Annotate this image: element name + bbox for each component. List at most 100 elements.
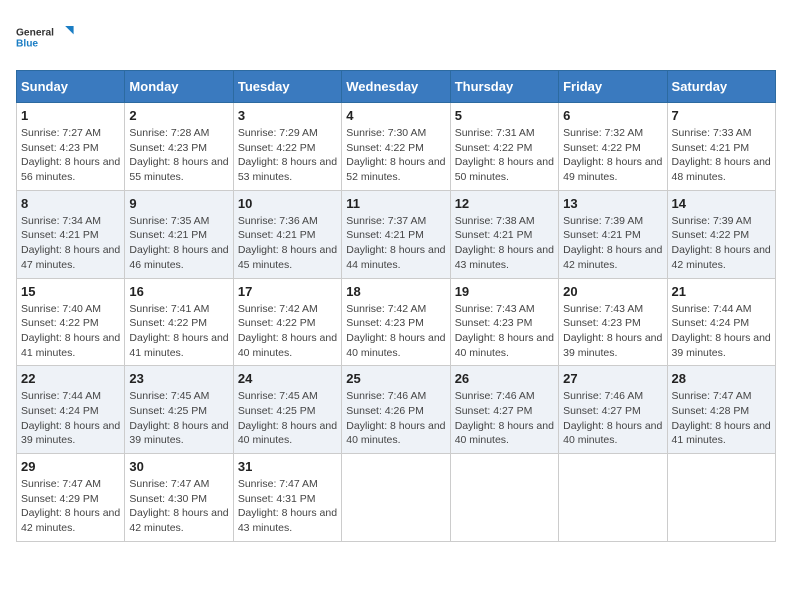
daylight-label: Daylight: 8 hours and 56 minutes. bbox=[21, 156, 120, 183]
calendar-cell bbox=[559, 454, 667, 542]
daylight-label: Daylight: 8 hours and 39 minutes. bbox=[672, 332, 771, 359]
calendar-week-row: 29 Sunrise: 7:47 AM Sunset: 4:29 PM Dayl… bbox=[17, 454, 776, 542]
sunset-label: Sunset: 4:22 PM bbox=[238, 317, 316, 329]
calendar-cell: 22 Sunrise: 7:44 AM Sunset: 4:24 PM Dayl… bbox=[17, 366, 125, 454]
calendar-cell: 27 Sunrise: 7:46 AM Sunset: 4:27 PM Dayl… bbox=[559, 366, 667, 454]
day-info: Sunrise: 7:47 AM Sunset: 4:29 PM Dayligh… bbox=[21, 477, 120, 536]
calendar-header-thursday: Thursday bbox=[450, 71, 558, 103]
calendar-week-row: 1 Sunrise: 7:27 AM Sunset: 4:23 PM Dayli… bbox=[17, 103, 776, 191]
calendar-cell: 31 Sunrise: 7:47 AM Sunset: 4:31 PM Dayl… bbox=[233, 454, 341, 542]
sunset-label: Sunset: 4:21 PM bbox=[455, 229, 533, 241]
day-number: 10 bbox=[238, 196, 337, 211]
sunset-label: Sunset: 4:24 PM bbox=[21, 405, 99, 417]
day-info: Sunrise: 7:44 AM Sunset: 4:24 PM Dayligh… bbox=[21, 389, 120, 448]
calendar-cell: 8 Sunrise: 7:34 AM Sunset: 4:21 PM Dayli… bbox=[17, 190, 125, 278]
day-info: Sunrise: 7:47 AM Sunset: 4:28 PM Dayligh… bbox=[672, 389, 771, 448]
daylight-label: Daylight: 8 hours and 50 minutes. bbox=[455, 156, 554, 183]
sunset-label: Sunset: 4:25 PM bbox=[129, 405, 207, 417]
svg-text:Blue: Blue bbox=[16, 38, 38, 49]
day-info: Sunrise: 7:45 AM Sunset: 4:25 PM Dayligh… bbox=[238, 389, 337, 448]
calendar-header-row: SundayMondayTuesdayWednesdayThursdayFrid… bbox=[17, 71, 776, 103]
calendar-header-wednesday: Wednesday bbox=[342, 71, 450, 103]
day-number: 26 bbox=[455, 371, 554, 386]
sunrise-label: Sunrise: 7:35 AM bbox=[129, 215, 209, 227]
day-info: Sunrise: 7:42 AM Sunset: 4:22 PM Dayligh… bbox=[238, 302, 337, 361]
sunrise-label: Sunrise: 7:46 AM bbox=[455, 390, 535, 402]
sunrise-label: Sunrise: 7:46 AM bbox=[346, 390, 426, 402]
sunset-label: Sunset: 4:30 PM bbox=[129, 493, 207, 505]
daylight-label: Daylight: 8 hours and 39 minutes. bbox=[21, 420, 120, 447]
day-info: Sunrise: 7:37 AM Sunset: 4:21 PM Dayligh… bbox=[346, 214, 445, 273]
day-number: 11 bbox=[346, 196, 445, 211]
day-info: Sunrise: 7:39 AM Sunset: 4:22 PM Dayligh… bbox=[672, 214, 771, 273]
calendar-cell: 2 Sunrise: 7:28 AM Sunset: 4:23 PM Dayli… bbox=[125, 103, 233, 191]
day-info: Sunrise: 7:43 AM Sunset: 4:23 PM Dayligh… bbox=[563, 302, 662, 361]
calendar-cell: 26 Sunrise: 7:46 AM Sunset: 4:27 PM Dayl… bbox=[450, 366, 558, 454]
svg-text:General: General bbox=[16, 28, 54, 39]
sunset-label: Sunset: 4:27 PM bbox=[563, 405, 641, 417]
daylight-label: Daylight: 8 hours and 39 minutes. bbox=[129, 420, 228, 447]
day-info: Sunrise: 7:28 AM Sunset: 4:23 PM Dayligh… bbox=[129, 126, 228, 185]
sunset-label: Sunset: 4:23 PM bbox=[563, 317, 641, 329]
calendar-cell: 28 Sunrise: 7:47 AM Sunset: 4:28 PM Dayl… bbox=[667, 366, 775, 454]
day-info: Sunrise: 7:30 AM Sunset: 4:22 PM Dayligh… bbox=[346, 126, 445, 185]
daylight-label: Daylight: 8 hours and 40 minutes. bbox=[238, 420, 337, 447]
daylight-label: Daylight: 8 hours and 43 minutes. bbox=[455, 244, 554, 271]
day-number: 21 bbox=[672, 284, 771, 299]
daylight-label: Daylight: 8 hours and 40 minutes. bbox=[563, 420, 662, 447]
calendar-header-friday: Friday bbox=[559, 71, 667, 103]
calendar-cell: 25 Sunrise: 7:46 AM Sunset: 4:26 PM Dayl… bbox=[342, 366, 450, 454]
calendar-cell: 30 Sunrise: 7:47 AM Sunset: 4:30 PM Dayl… bbox=[125, 454, 233, 542]
day-info: Sunrise: 7:34 AM Sunset: 4:21 PM Dayligh… bbox=[21, 214, 120, 273]
sunrise-label: Sunrise: 7:42 AM bbox=[346, 303, 426, 315]
day-number: 23 bbox=[129, 371, 228, 386]
daylight-label: Daylight: 8 hours and 41 minutes. bbox=[21, 332, 120, 359]
sunset-label: Sunset: 4:26 PM bbox=[346, 405, 424, 417]
day-number: 19 bbox=[455, 284, 554, 299]
day-number: 29 bbox=[21, 459, 120, 474]
calendar-cell: 12 Sunrise: 7:38 AM Sunset: 4:21 PM Dayl… bbox=[450, 190, 558, 278]
day-info: Sunrise: 7:29 AM Sunset: 4:22 PM Dayligh… bbox=[238, 126, 337, 185]
daylight-label: Daylight: 8 hours and 40 minutes. bbox=[346, 332, 445, 359]
day-info: Sunrise: 7:46 AM Sunset: 4:27 PM Dayligh… bbox=[455, 389, 554, 448]
day-number: 1 bbox=[21, 108, 120, 123]
calendar-week-row: 15 Sunrise: 7:40 AM Sunset: 4:22 PM Dayl… bbox=[17, 278, 776, 366]
sunrise-label: Sunrise: 7:42 AM bbox=[238, 303, 318, 315]
daylight-label: Daylight: 8 hours and 52 minutes. bbox=[346, 156, 445, 183]
sunrise-label: Sunrise: 7:37 AM bbox=[346, 215, 426, 227]
daylight-label: Daylight: 8 hours and 44 minutes. bbox=[346, 244, 445, 271]
day-info: Sunrise: 7:47 AM Sunset: 4:31 PM Dayligh… bbox=[238, 477, 337, 536]
calendar-cell: 11 Sunrise: 7:37 AM Sunset: 4:21 PM Dayl… bbox=[342, 190, 450, 278]
sunrise-label: Sunrise: 7:47 AM bbox=[238, 478, 318, 490]
daylight-label: Daylight: 8 hours and 40 minutes. bbox=[238, 332, 337, 359]
day-number: 16 bbox=[129, 284, 228, 299]
daylight-label: Daylight: 8 hours and 42 minutes. bbox=[129, 507, 228, 534]
day-info: Sunrise: 7:27 AM Sunset: 4:23 PM Dayligh… bbox=[21, 126, 120, 185]
sunrise-label: Sunrise: 7:46 AM bbox=[563, 390, 643, 402]
day-number: 4 bbox=[346, 108, 445, 123]
day-info: Sunrise: 7:36 AM Sunset: 4:21 PM Dayligh… bbox=[238, 214, 337, 273]
day-number: 12 bbox=[455, 196, 554, 211]
daylight-label: Daylight: 8 hours and 42 minutes. bbox=[21, 507, 120, 534]
sunset-label: Sunset: 4:23 PM bbox=[346, 317, 424, 329]
day-number: 5 bbox=[455, 108, 554, 123]
day-info: Sunrise: 7:32 AM Sunset: 4:22 PM Dayligh… bbox=[563, 126, 662, 185]
day-number: 25 bbox=[346, 371, 445, 386]
daylight-label: Daylight: 8 hours and 40 minutes. bbox=[455, 332, 554, 359]
sunrise-label: Sunrise: 7:40 AM bbox=[21, 303, 101, 315]
daylight-label: Daylight: 8 hours and 41 minutes. bbox=[129, 332, 228, 359]
sunrise-label: Sunrise: 7:43 AM bbox=[455, 303, 535, 315]
daylight-label: Daylight: 8 hours and 39 minutes. bbox=[563, 332, 662, 359]
day-number: 27 bbox=[563, 371, 662, 386]
daylight-label: Daylight: 8 hours and 48 minutes. bbox=[672, 156, 771, 183]
daylight-label: Daylight: 8 hours and 49 minutes. bbox=[563, 156, 662, 183]
sunset-label: Sunset: 4:27 PM bbox=[455, 405, 533, 417]
day-number: 8 bbox=[21, 196, 120, 211]
calendar-cell: 29 Sunrise: 7:47 AM Sunset: 4:29 PM Dayl… bbox=[17, 454, 125, 542]
daylight-label: Daylight: 8 hours and 45 minutes. bbox=[238, 244, 337, 271]
calendar-cell: 21 Sunrise: 7:44 AM Sunset: 4:24 PM Dayl… bbox=[667, 278, 775, 366]
day-number: 6 bbox=[563, 108, 662, 123]
day-info: Sunrise: 7:46 AM Sunset: 4:26 PM Dayligh… bbox=[346, 389, 445, 448]
page-header: General Blue bbox=[16, 16, 776, 60]
daylight-label: Daylight: 8 hours and 46 minutes. bbox=[129, 244, 228, 271]
